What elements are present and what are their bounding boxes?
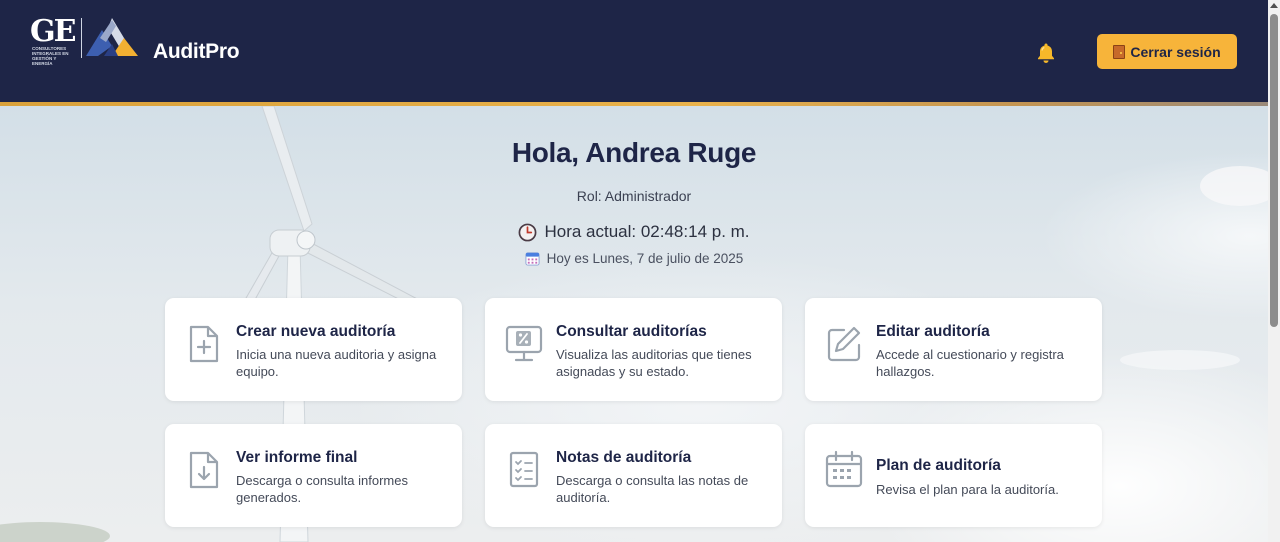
card-description: Accede al cuestionario y registra hallaz… (876, 347, 1064, 379)
checklist-icon (509, 451, 539, 488)
card-create-audit[interactable]: Crear nueva auditoría Inicia una nueva a… (165, 298, 462, 401)
card-title: Plan de auditoría (876, 457, 1001, 474)
door-icon (1113, 44, 1126, 59)
triangle-logo-icon (86, 18, 138, 56)
card-description: Visualiza las auditorias que tienes asig… (556, 347, 752, 379)
file-download-icon (189, 451, 219, 489)
page-scrollbar[interactable] (1268, 0, 1280, 542)
scrollbar-thumb[interactable] (1270, 14, 1278, 327)
card-final-report[interactable]: Ver informe final Descarga o consulta in… (165, 424, 462, 527)
user-role: Rol: Administrador (576, 188, 692, 204)
card-edit-audit[interactable]: Editar auditoría Accede al cuestionario … (805, 298, 1102, 401)
current-date-row: Hoy es Lunes, 7 de julio de 2025 (0, 251, 1268, 266)
monitor-icon (505, 325, 543, 362)
app-name: AuditPro (153, 40, 240, 63)
current-date: Hoy es Lunes, 7 de julio de 2025 (546, 251, 744, 266)
file-plus-icon (189, 325, 219, 363)
card-title: Editar auditoría (876, 323, 990, 340)
card-description: Revisa el plan para la auditoría. (876, 482, 1059, 497)
card-audit-notes[interactable]: Notas de auditoría Descarga o consulta l… (485, 424, 782, 527)
ge-logo-subtitle: CONSULTORES INTEGRALES EN GESTIÓN Y ENER… (32, 46, 69, 66)
greeting-title: Hola, Andrea Ruge (511, 137, 757, 168)
card-title: Consultar auditorías (556, 323, 707, 340)
current-time-row: Hora actual: 02:48:14 p. m. (0, 222, 1268, 242)
card-consult-audits[interactable]: Consultar auditorías Visualiza las audit… (485, 298, 782, 401)
clock-icon (519, 223, 537, 241)
card-description: Descarga o consulta informes generados. (236, 473, 408, 505)
calendar-icon (825, 450, 863, 488)
card-title: Ver informe final (236, 449, 358, 466)
logout-button[interactable]: Cerrar sesión (1097, 34, 1237, 69)
card-audit-plan[interactable]: Plan de auditoría Revisa el plan para la… (805, 424, 1102, 527)
logo-divider (81, 18, 82, 58)
top-navbar: GE CONSULTORES INTEGRALES EN GESTIÓN Y E… (0, 0, 1268, 102)
bell-icon[interactable] (1034, 41, 1058, 65)
ge-logo-text: GE (30, 14, 76, 49)
current-time: Hora actual: 02:48:14 p. m. (544, 222, 750, 241)
card-title: Crear nueva auditoría (236, 323, 396, 340)
logout-label: Cerrar sesión (1130, 43, 1221, 60)
edit-icon (827, 326, 861, 362)
card-description: Inicia una nueva auditoria y asigna equi… (236, 347, 437, 379)
calendar-small-icon (525, 252, 540, 266)
card-title: Notas de auditoría (556, 449, 692, 466)
card-description: Descarga o consulta las notas de auditor… (556, 473, 749, 505)
ge-logo: GE CONSULTORES INTEGRALES EN GESTIÓN Y E… (30, 14, 80, 66)
scroll-up-arrow-icon[interactable] (1270, 3, 1278, 8)
